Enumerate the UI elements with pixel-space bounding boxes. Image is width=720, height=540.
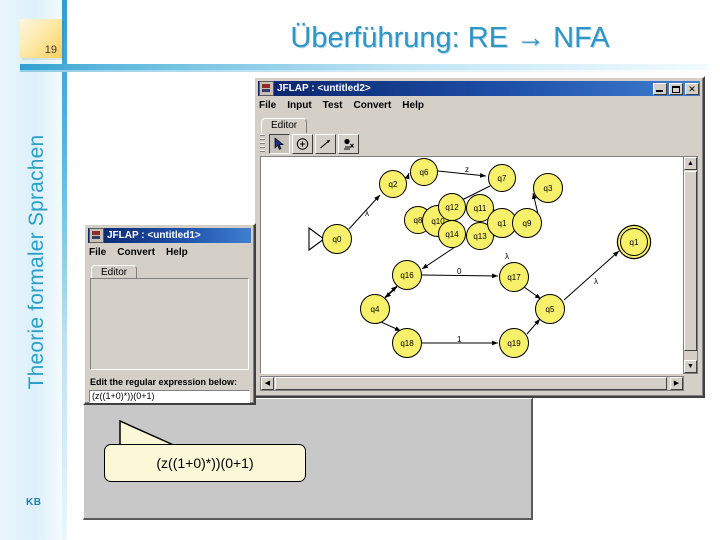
state-label: q12	[445, 202, 459, 212]
regex-window-menubar[interactable]: File Convert Help	[89, 245, 188, 260]
state-label: q13	[473, 231, 487, 241]
state-label: q17	[507, 272, 521, 282]
state-q0[interactable]: q0	[322, 224, 352, 254]
transition-label-0: z	[465, 165, 469, 174]
menu-convert[interactable]: Convert	[117, 247, 155, 258]
transition-tool-icon[interactable]	[315, 134, 336, 154]
state-q19[interactable]: q19	[499, 328, 529, 358]
automaton-edges	[308, 170, 620, 346]
menu-test[interactable]: Test	[323, 100, 343, 111]
state-q12[interactable]: q12	[438, 193, 466, 221]
page-number: 19	[44, 44, 57, 56]
regex-editor-area[interactable]	[90, 278, 249, 370]
transition-label-1: λ	[365, 209, 369, 218]
vertical-scroll-thumb[interactable]	[684, 171, 697, 351]
state-label: q2	[388, 179, 398, 189]
state-q6[interactable]: q6	[410, 158, 438, 186]
state-label: q18	[400, 338, 414, 348]
regex-input[interactable]: (z((1+0)*))(0+1)	[89, 390, 250, 403]
main-window-title: JFLAP : <untitled2>	[277, 83, 371, 94]
state-label: q9	[522, 218, 532, 228]
state-q1[interactable]: q1	[620, 228, 648, 256]
tab-editor[interactable]: Editor	[261, 118, 308, 133]
jflap-automaton-window[interactable]: JFLAP : <untitled2> ✕ File Input Test Co…	[253, 76, 705, 398]
slide-root: Theorie formaler Sprachen KB 19 Überführ…	[0, 0, 720, 540]
state-tool-icon[interactable]	[292, 134, 313, 154]
state-label: q1	[497, 218, 507, 228]
state-q7[interactable]: q7	[488, 164, 516, 192]
page-title: Überführung: RE → NFA	[290, 22, 610, 54]
state-label: q1	[629, 237, 639, 247]
state-q17[interactable]: q17	[499, 262, 529, 292]
canvas-horizontal-scrollbar[interactable]: ◀ ▶	[260, 376, 684, 391]
state-q9[interactable]: q9	[512, 208, 542, 238]
regex-prompt-label: Edit the regular expression below:	[90, 377, 238, 387]
state-label: q7	[497, 173, 507, 183]
state-label: q6	[419, 167, 429, 177]
state-label: q4	[370, 304, 380, 314]
jflap-app-icon	[89, 228, 104, 243]
editor-toolbar[interactable]	[260, 132, 361, 156]
author-initials: KB	[26, 497, 42, 508]
canvas-vertical-scrollbar[interactable]: ▲ ▼	[683, 156, 698, 374]
state-q18[interactable]: q18	[392, 328, 422, 358]
automaton-canvas[interactable]: q0 q2 q6 q7 q3 q8 q10 q12 q14 q11 q13 q1 q9 q1 q16 q17 q…	[260, 156, 684, 374]
state-label: q3	[543, 183, 553, 193]
menu-file[interactable]: File	[259, 100, 276, 111]
callout-text: (z((1+0)*))(0+1)	[156, 455, 254, 471]
menu-help[interactable]: Help	[402, 100, 424, 111]
menu-convert[interactable]: Convert	[354, 100, 392, 111]
main-window-titlebar[interactable]: JFLAP : <untitled2> ✕	[258, 81, 700, 96]
menu-input[interactable]: Input	[287, 100, 311, 111]
state-q14[interactable]: q14	[438, 220, 466, 248]
main-window-menubar[interactable]: File Input Test Convert Help	[259, 98, 424, 113]
minimize-icon[interactable]	[653, 82, 667, 95]
scroll-left-icon[interactable]: ◀	[261, 377, 274, 390]
state-q5[interactable]: q5	[535, 294, 565, 324]
state-label: q16	[400, 270, 414, 280]
scroll-down-icon[interactable]: ▼	[684, 360, 697, 373]
state-q2[interactable]: q2	[379, 170, 407, 198]
state-label: q11	[473, 203, 487, 213]
delete-tool-icon[interactable]	[338, 134, 359, 154]
jflap-app-icon	[259, 81, 274, 96]
transition-label-2: λ	[505, 252, 509, 261]
state-q3[interactable]: q3	[533, 173, 563, 203]
horizontal-scroll-thumb[interactable]	[275, 377, 667, 390]
jflap-regex-window[interactable]: JFLAP : <untitled1> File Convert Help Ed…	[83, 223, 256, 405]
transition-label-4: 1	[457, 335, 462, 344]
toolbar-drag-handle[interactable]	[260, 134, 265, 154]
arrow-tool-icon[interactable]	[269, 134, 290, 154]
page-number-chip: 19	[20, 19, 62, 58]
sidebar-accent-rule	[62, 0, 67, 540]
regex-window-tabstrip[interactable]: Editor	[91, 262, 138, 280]
state-label: q5	[545, 304, 555, 314]
scroll-right-icon[interactable]: ▶	[670, 377, 683, 390]
vertical-course-title: Theorie formaler Sprachen	[25, 134, 48, 390]
close-icon[interactable]: ✕	[685, 82, 699, 95]
callout-balloon: (z((1+0)*))(0+1)	[104, 444, 306, 482]
state-label: q0	[332, 234, 342, 244]
regex-window-titlebar[interactable]: JFLAP : <untitled1>	[88, 228, 251, 243]
transition-label-3: 0	[457, 267, 462, 276]
header-divider-shadow	[20, 70, 708, 72]
regex-window-title: JFLAP : <untitled1>	[107, 230, 201, 241]
state-q4[interactable]: q4	[360, 294, 390, 324]
window-control-buttons[interactable]: ✕	[653, 82, 700, 95]
main-window-tabstrip[interactable]: Editor	[261, 115, 308, 133]
state-q16[interactable]: q16	[392, 260, 422, 290]
menu-help[interactable]: Help	[166, 247, 188, 258]
menu-file[interactable]: File	[89, 247, 106, 258]
state-label: q14	[445, 229, 459, 239]
state-label: q19	[507, 338, 521, 348]
scroll-up-icon[interactable]: ▲	[684, 157, 697, 170]
maximize-icon[interactable]	[669, 82, 683, 95]
transition-label-5: λ	[594, 277, 598, 286]
